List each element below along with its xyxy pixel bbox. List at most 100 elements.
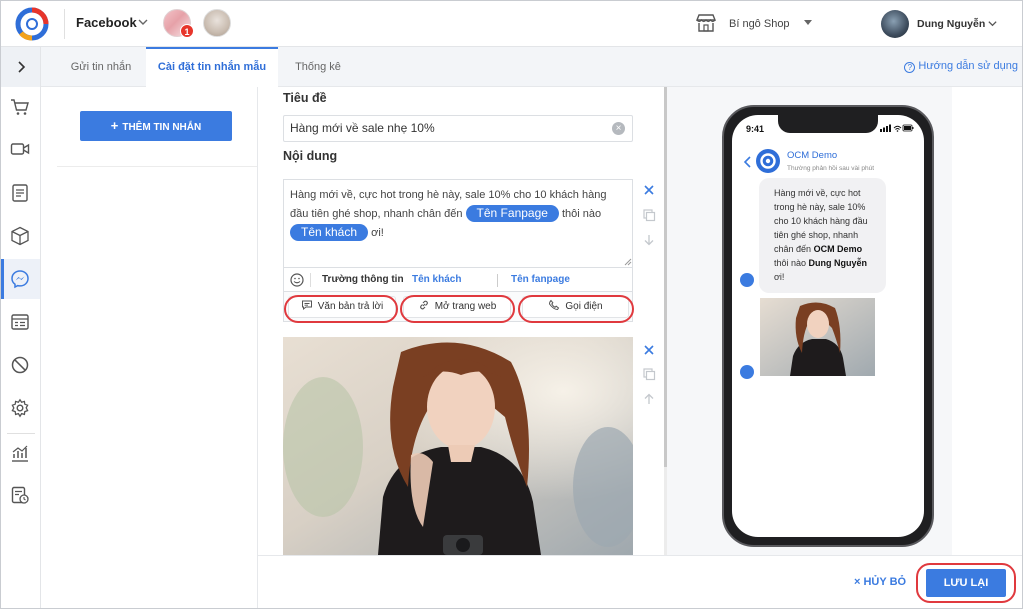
content-text: ơi! (371, 227, 384, 239)
report-icon (11, 486, 29, 504)
chevron-down-icon[interactable] (987, 18, 998, 29)
sidebar-item-settings[interactable] (1, 388, 40, 428)
settings-icon (11, 398, 29, 418)
bot-avatar (756, 149, 780, 173)
preview-message-bubble: Hàng mới về, cực hot trong hè này, sale … (759, 178, 886, 293)
highlight-annotation (284, 295, 398, 323)
insert-customer-name[interactable]: Tên khách (412, 274, 461, 285)
chart-icon (12, 445, 28, 462)
cart-icon (11, 99, 29, 115)
notification-badge: 1 (180, 24, 194, 38)
video-icon (10, 143, 30, 155)
close-icon[interactable] (642, 183, 656, 197)
sidebar-item-forms[interactable] (1, 302, 40, 342)
preview-text: ơi! (774, 272, 785, 282)
block-icon (11, 356, 29, 374)
clear-icon[interactable]: × (612, 122, 625, 135)
tab-bar: Gửi tin nhắn Cài đặt tin nhắn mẫu Thống … (41, 47, 1022, 87)
sidebar-item-blocked[interactable] (1, 345, 40, 385)
plus-icon: + (110, 118, 119, 133)
preview-image (760, 298, 875, 376)
sidebar-item-reports[interactable] (1, 475, 40, 515)
chevron-down-icon[interactable] (137, 16, 149, 28)
help-link[interactable]: ? Hướng dẫn sử dụng (904, 60, 1018, 73)
content-text: thôi nào (562, 208, 602, 220)
sidebar-item-analytics[interactable] (1, 433, 40, 473)
divider (310, 273, 311, 287)
sidebar-toggle-button[interactable] (1, 47, 40, 87)
preview-fanpage-name: OCM Demo (813, 244, 863, 254)
bot-avatar-small (740, 365, 754, 379)
shop-icon (695, 14, 717, 32)
tab-statistics[interactable]: Thống kê (278, 47, 358, 87)
content-text: Hàng mới về, cực hot trong hè này, sale … (290, 189, 607, 220)
template-list-panel: + THÊM TIN NHẮN (41, 87, 258, 608)
sidebar-item-cart[interactable] (1, 87, 40, 127)
user-avatar[interactable] (881, 10, 909, 38)
field-insert-bar: Trường thông tin Tên khách Tên fanpage (283, 267, 633, 292)
status-time: 9:41 (746, 124, 765, 134)
preview-customer-name: Dung Nguyễn (808, 258, 868, 268)
signal-wifi-battery-icon (880, 124, 914, 132)
add-message-label: THÊM TIN NHẮN (122, 122, 202, 133)
platform-name[interactable]: Facebook (76, 15, 137, 30)
sidebar-item-messenger[interactable] (1, 259, 40, 299)
phone-notch (778, 115, 878, 133)
field-label: Trường thông tin (322, 274, 404, 285)
message-editor: Tiêu đề Hàng mới về sale nhẹ 10% × Nội d… (258, 87, 667, 555)
bot-subtitle: Thường phản hồi sau vài phút (787, 165, 875, 172)
copy-icon[interactable] (642, 208, 656, 222)
title-label: Tiêu đề (283, 91, 327, 105)
phone-screen: 9:41 OCM Demo Thường phản hồi sau vài ph… (732, 115, 924, 537)
message-image[interactable] (283, 337, 633, 555)
top-bar: Facebook 1 Bí ngô Shop Dung Nguyễn (1, 1, 1022, 47)
add-message-button[interactable]: + THÊM TIN NHẮN (80, 111, 232, 141)
phone-frame: 9:41 OCM Demo Thường phản hồi sau vài ph… (722, 105, 934, 547)
form-icon (11, 314, 29, 330)
sidebar-item-orders[interactable] (1, 173, 40, 213)
help-icon: ? (904, 62, 916, 73)
cancel-label: HỦY BỎ (863, 576, 907, 588)
content-label: Nội dung (283, 149, 338, 163)
page-avatar-secondary[interactable] (203, 9, 231, 37)
emoji-icon[interactable] (290, 273, 304, 287)
help-link-label: Hướng dẫn sử dụng (918, 60, 1018, 72)
highlight-annotation (518, 295, 634, 323)
resize-handle-icon[interactable] (624, 258, 632, 266)
preview-text: thôi nào (774, 258, 807, 268)
tab-template-settings[interactable]: Cài đặt tin nhắn mẫu (146, 47, 278, 87)
highlight-annotation (400, 295, 515, 323)
chip-fanpage-name[interactable]: Tên Fanpage (465, 205, 559, 222)
app-logo-icon (760, 153, 776, 169)
footer-actions: × HỦY BỎ LƯU LẠI (258, 555, 1022, 608)
sidebar-item-video[interactable] (1, 129, 40, 169)
preview-margin (952, 87, 1022, 555)
box-icon (11, 226, 29, 246)
sidebar (1, 47, 41, 608)
content-textarea[interactable]: Hàng mới về, cực hot trong hè này, sale … (283, 179, 633, 267)
bot-avatar-small (740, 273, 754, 287)
app-window: Facebook 1 Bí ngô Shop Dung Nguyễn Gửi t… (0, 0, 1023, 609)
phone-preview-panel: 9:41 OCM Demo Thường phản hồi sau vài ph… (667, 87, 952, 555)
arrow-up-icon[interactable] (642, 392, 656, 406)
app-logo-icon[interactable] (15, 7, 49, 41)
divider (497, 274, 498, 287)
close-icon[interactable] (642, 343, 656, 357)
divider (64, 9, 65, 39)
insert-fanpage-name[interactable]: Tên fanpage (511, 274, 570, 285)
user-name[interactable]: Dung Nguyễn (917, 18, 985, 30)
title-input[interactable]: Hàng mới về sale nhẹ 10% (283, 115, 633, 142)
copy-icon[interactable] (642, 367, 656, 381)
chip-customer-name[interactable]: Tên khách (290, 224, 369, 241)
arrow-down-icon[interactable] (642, 233, 656, 247)
tab-send-message[interactable]: Gửi tin nhắn (56, 47, 146, 87)
messenger-icon (11, 270, 29, 289)
chevron-right-icon (18, 61, 26, 73)
sidebar-item-products[interactable] (1, 216, 40, 256)
back-chevron-icon[interactable] (743, 156, 753, 168)
document-icon (12, 184, 28, 202)
cancel-button[interactable]: × HỦY BỎ (854, 576, 906, 588)
shop-name[interactable]: Bí ngô Shop (729, 18, 790, 30)
caret-down-icon[interactable] (804, 20, 812, 25)
divider (57, 166, 257, 167)
